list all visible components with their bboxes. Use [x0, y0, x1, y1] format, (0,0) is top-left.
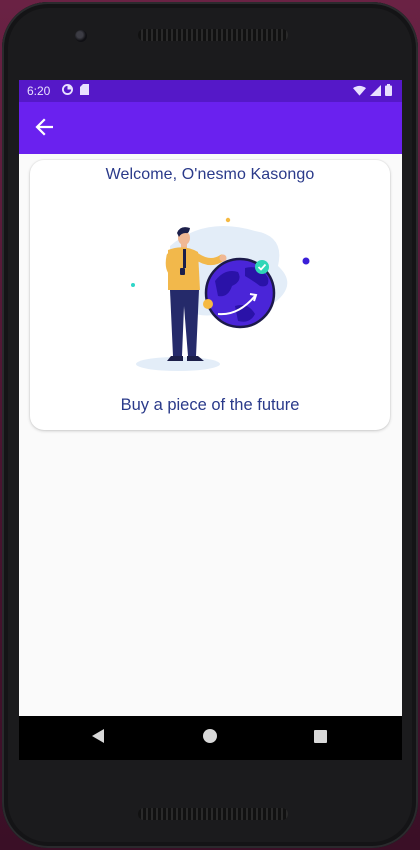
app-bar: [19, 102, 402, 154]
recents-square-icon: [313, 729, 328, 748]
status-bar: 6:20: [19, 80, 402, 102]
businessman-globe-illustration: [110, 206, 310, 376]
status-icons-left: [62, 84, 89, 98]
arrow-back-icon: [35, 118, 54, 140]
home-circle-icon: [202, 728, 218, 748]
screen: 6:20 Welcome, O'nesmo Kasongo Buy a piec…: [19, 80, 402, 760]
front-camera: [75, 30, 87, 42]
bottom-speaker: [138, 808, 288, 820]
navigation-bar: [19, 716, 402, 760]
cell-signal-icon: [370, 84, 381, 99]
battery-icon: [385, 84, 392, 99]
welcome-title: Welcome, O'nesmo Kasongo: [105, 166, 315, 183]
welcome-card[interactable]: Welcome, O'nesmo Kasongo Buy a piece of …: [30, 160, 390, 430]
wifi-icon: [353, 85, 366, 99]
back-triangle-icon: [90, 728, 106, 748]
top-speaker: [138, 29, 288, 41]
nav-back-button[interactable]: [86, 726, 110, 750]
tagline: Buy a piece of the future: [120, 396, 300, 414]
status-time: 6:20: [27, 84, 51, 98]
back-button[interactable]: [31, 116, 57, 142]
data-saver-icon: [62, 84, 73, 98]
nav-recents-button[interactable]: [308, 726, 332, 750]
sd-card-icon: [80, 84, 89, 98]
status-icons-right: [353, 84, 392, 99]
nav-home-button[interactable]: [198, 726, 222, 750]
